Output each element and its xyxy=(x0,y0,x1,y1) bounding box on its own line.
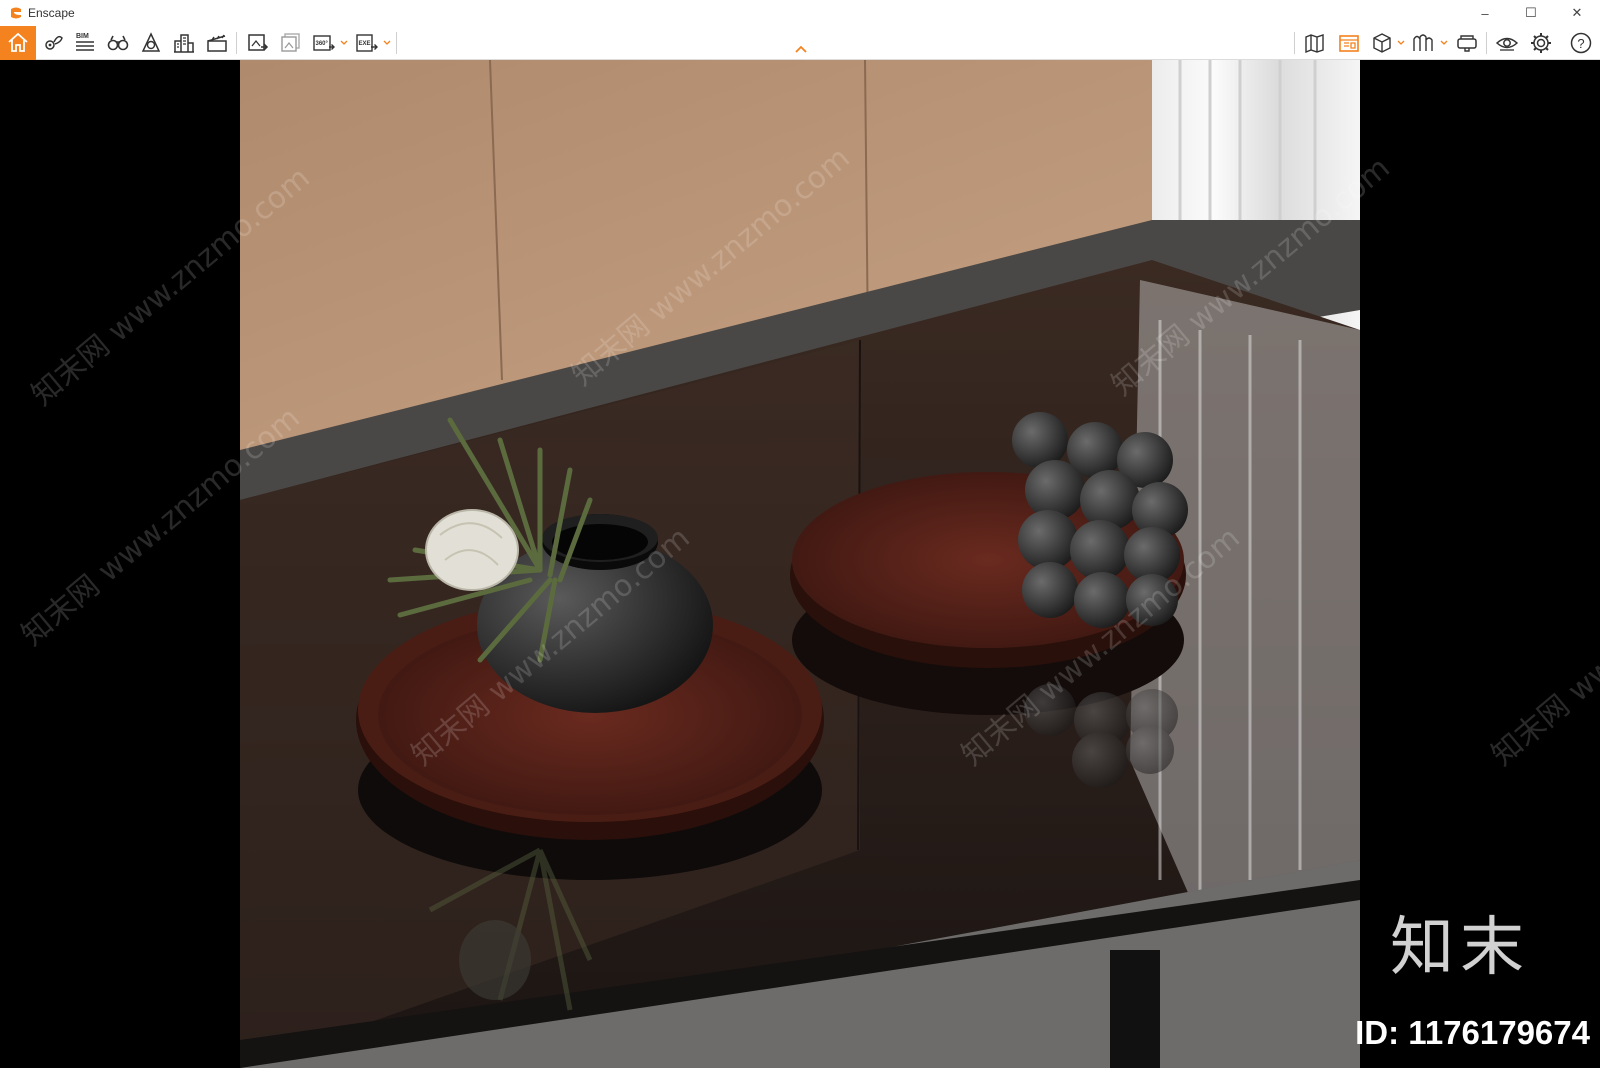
watermark-logo: 知末 xyxy=(1390,911,1530,985)
svg-text:BIM: BIM xyxy=(76,33,89,40)
export-exe-button[interactable]: EXE xyxy=(352,28,382,58)
materials-dropdown[interactable] xyxy=(1439,34,1449,52)
vr-headset-icon xyxy=(1457,35,1477,52)
collapse-toolbar-button[interactable] xyxy=(792,42,810,56)
svg-text:EXE: EXE xyxy=(359,41,371,47)
clapper-icon xyxy=(207,34,227,52)
watermark-id: ID: 1176179674 xyxy=(1355,1014,1590,1051)
help-button[interactable]: ? xyxy=(1566,28,1596,58)
materials-button[interactable] xyxy=(1408,28,1438,58)
eye-visibility-icon xyxy=(1495,37,1519,51)
toolbar-separator xyxy=(236,32,237,54)
panorama-dropdown[interactable] xyxy=(339,34,349,52)
title-bar: Enscape – ☐ ✕ xyxy=(0,0,1600,26)
binoculars-icon xyxy=(107,35,129,51)
cube-view-button[interactable] xyxy=(1367,28,1397,58)
chevron-down-icon xyxy=(1397,40,1405,45)
panorama-button[interactable]: 360° xyxy=(309,28,339,58)
map-icon xyxy=(1305,34,1324,54)
render-viewport[interactable]: 知末网 www.znzmo.com 知末网 www.znzmo.com 知末网 … xyxy=(0,60,1600,1068)
chevron-down-icon xyxy=(1440,40,1448,45)
home-button[interactable] xyxy=(0,26,36,60)
svg-text:?: ? xyxy=(1577,36,1584,51)
compass-button[interactable] xyxy=(136,28,166,58)
minimize-button[interactable]: – xyxy=(1462,0,1508,26)
toolbar-separator xyxy=(1486,32,1487,54)
settings-button[interactable] xyxy=(1526,28,1556,58)
table-leg xyxy=(1110,950,1160,1068)
chevron-down-icon xyxy=(340,40,348,45)
video-editor-button[interactable] xyxy=(202,28,232,58)
pin-icon xyxy=(45,35,63,50)
vr-button[interactable] xyxy=(1452,28,1482,58)
toolbar-separator xyxy=(1294,32,1295,54)
enscape-logo-icon xyxy=(8,5,24,21)
panorama-360-icon: 360° xyxy=(313,35,335,51)
buildings-button[interactable] xyxy=(169,28,199,58)
chevron-down-icon xyxy=(383,40,391,45)
visibility-button[interactable] xyxy=(1492,28,1522,58)
render-screenshot-button[interactable] xyxy=(243,28,273,58)
batch-render-button[interactable] xyxy=(276,28,306,58)
map-button[interactable] xyxy=(1300,28,1330,58)
binoculars-button[interactable] xyxy=(103,28,133,58)
views-button[interactable] xyxy=(38,28,68,58)
gear-icon xyxy=(1531,33,1551,53)
close-button[interactable]: ✕ xyxy=(1554,0,1600,26)
compass-icon xyxy=(141,32,161,52)
toolbar-separator xyxy=(396,32,397,54)
window-title: Enscape xyxy=(28,6,75,20)
help-icon: ? xyxy=(1570,32,1592,54)
materials-icon xyxy=(1413,34,1433,51)
cube-view-dropdown[interactable] xyxy=(1396,34,1406,52)
chevron-up-icon xyxy=(795,45,807,53)
maximize-button[interactable]: ☐ xyxy=(1508,0,1554,26)
bim-icon: BIM xyxy=(76,33,94,51)
home-icon xyxy=(8,32,28,52)
buildings-icon xyxy=(174,34,194,53)
watermark-text: 知末网 www.znzmo.com xyxy=(1485,520,1600,773)
export-dropdown[interactable] xyxy=(382,34,392,52)
batch-render-icon xyxy=(281,33,300,52)
render-screenshot-icon xyxy=(248,34,269,51)
asset-library-icon xyxy=(1339,35,1359,52)
svg-text:360°: 360° xyxy=(316,41,329,47)
bim-button[interactable]: BIM xyxy=(70,28,100,58)
asset-library-button[interactable] xyxy=(1334,28,1364,58)
cube-view-icon xyxy=(1373,33,1391,53)
export-exe-icon: EXE xyxy=(356,34,378,52)
